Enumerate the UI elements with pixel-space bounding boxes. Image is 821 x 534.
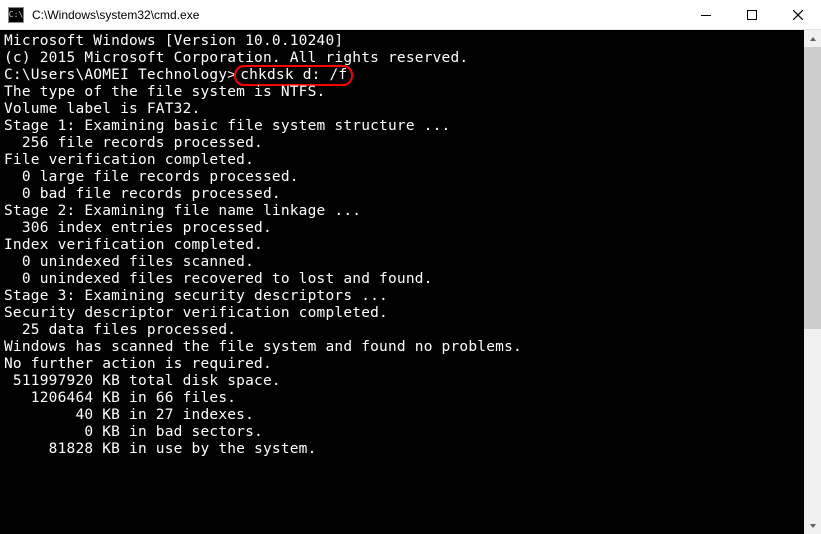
output-line: Stage 3: Examining security descriptors … bbox=[4, 288, 800, 305]
minimize-button[interactable] bbox=[683, 0, 729, 29]
scrollbar-thumb[interactable] bbox=[804, 47, 821, 329]
vertical-scrollbar[interactable] bbox=[804, 30, 821, 534]
window-controls bbox=[683, 0, 821, 29]
output-line: 0 KB in bad sectors. bbox=[4, 424, 800, 441]
close-button[interactable] bbox=[775, 0, 821, 29]
window-titlebar: C:\ C:\Windows\system32\cmd.exe bbox=[0, 0, 821, 30]
scroll-down-button[interactable] bbox=[804, 517, 821, 534]
output-line: The type of the file system is NTFS. bbox=[4, 84, 800, 101]
window-title: C:\Windows\system32\cmd.exe bbox=[32, 8, 683, 22]
output-line: Windows has scanned the file system and … bbox=[4, 339, 800, 356]
output-line: Stage 1: Examining basic file system str… bbox=[4, 118, 800, 135]
cmd-icon: C:\ bbox=[8, 7, 24, 23]
output-line: Volume label is FAT32. bbox=[4, 101, 800, 118]
output-line: 0 unindexed files scanned. bbox=[4, 254, 800, 271]
output-line: (c) 2015 Microsoft Corporation. All righ… bbox=[4, 50, 800, 67]
command-highlight: chkdsk d: /f bbox=[234, 65, 353, 86]
output-line: File verification completed. bbox=[4, 152, 800, 169]
scroll-up-button[interactable] bbox=[804, 30, 821, 47]
prompt: C:\Users\AOMEI Technology> bbox=[4, 67, 236, 83]
output-line: No further action is required. bbox=[4, 356, 800, 373]
output-line: 0 unindexed files recovered to lost and … bbox=[4, 271, 800, 288]
output-line: Microsoft Windows [Version 10.0.10240] bbox=[4, 33, 800, 50]
output-line: 306 index entries processed. bbox=[4, 220, 800, 237]
output-line: 511997920 KB total disk space. bbox=[4, 373, 800, 390]
prompt-line: C:\Users\AOMEI Technology>chkdsk d: /f bbox=[4, 67, 800, 84]
output-line: Security descriptor verification complet… bbox=[4, 305, 800, 322]
output-line: Index verification completed. bbox=[4, 237, 800, 254]
terminal-output[interactable]: Microsoft Windows [Version 10.0.10240](c… bbox=[0, 30, 804, 534]
scrollbar-track[interactable] bbox=[804, 47, 821, 517]
output-line: 256 file records processed. bbox=[4, 135, 800, 152]
maximize-button[interactable] bbox=[729, 0, 775, 29]
output-line: 1206464 KB in 66 files. bbox=[4, 390, 800, 407]
output-line: 0 bad file records processed. bbox=[4, 186, 800, 203]
output-line: 81828 KB in use by the system. bbox=[4, 441, 800, 458]
output-line: 0 large file records processed. bbox=[4, 169, 800, 186]
output-line: 40 KB in 27 indexes. bbox=[4, 407, 800, 424]
output-line: Stage 2: Examining file name linkage ... bbox=[4, 203, 800, 220]
command-text: chkdsk d: /f bbox=[240, 67, 347, 83]
terminal-area: Microsoft Windows [Version 10.0.10240](c… bbox=[0, 30, 821, 534]
output-line: 25 data files processed. bbox=[4, 322, 800, 339]
